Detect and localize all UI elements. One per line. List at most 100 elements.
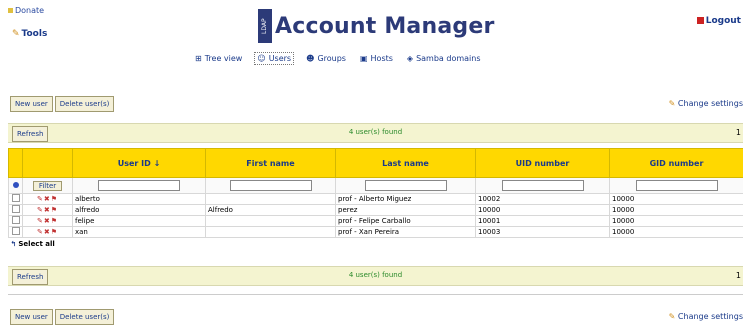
column-label: Last name (382, 158, 429, 168)
group-icon: ☻ (306, 54, 315, 63)
nav-samba-domains[interactable]: ◈ Samba domains (405, 52, 483, 65)
cell-gid-number: 10000 (609, 215, 743, 227)
change-settings-link[interactable]: ✎ Change settings (669, 312, 743, 321)
actions-column-header (22, 148, 73, 178)
filter-input-user-id[interactable] (98, 180, 180, 191)
page-title: Account Manager (275, 13, 495, 39)
nav-label: Hosts (370, 54, 393, 63)
page-number[interactable]: 1 (736, 271, 741, 280)
page-number[interactable]: 1 (736, 128, 741, 137)
cell-first-name: Alfredo (205, 204, 336, 216)
table-row[interactable]: ✎✖⚑ alfredo Alfredo perez 10000 10000 (8, 204, 743, 216)
column-label: User ID (117, 158, 151, 168)
cell-user-id: xan (72, 226, 206, 238)
donate-link[interactable]: Donate (8, 6, 44, 15)
user-table: User ID ↓ First name Last name UID numbe… (8, 148, 743, 249)
module-nav: ⊞ Tree view ☺ Users ☻ Groups ▣ Hosts ◈ Samba … (193, 52, 483, 65)
nav-label: Samba domains (416, 54, 481, 63)
filter-cell: Filter (22, 177, 73, 194)
edit-delete-icons[interactable]: ✎✖⚑ (37, 217, 58, 225)
new-user-button[interactable]: New user (10, 309, 53, 325)
filter-button[interactable]: Filter (32, 180, 63, 191)
cell-user-id: alfredo (72, 204, 206, 216)
filter-input-first-name[interactable] (229, 180, 312, 191)
change-settings-link[interactable]: ✎ Change settings (669, 99, 743, 108)
row-checkbox[interactable] (11, 194, 20, 202)
cell-user-id: alberto (72, 193, 206, 205)
settings-icon: ✎ (668, 312, 676, 321)
filter-cell (475, 177, 610, 194)
edit-delete-icons[interactable]: ✎✖⚑ (37, 195, 58, 203)
row-actions: ✎✖⚑ (22, 215, 73, 227)
edit-delete-icons[interactable]: ✎✖⚑ (37, 228, 58, 236)
filter-row: Filter (8, 177, 743, 194)
cell-first-name (205, 193, 336, 205)
select-column-header (8, 148, 23, 178)
select-all-link[interactable]: Select all (18, 240, 54, 248)
logout-label: Logout (705, 16, 741, 26)
cell-uid-number: 10003 (475, 226, 610, 238)
cell-uid-number: 10000 (475, 204, 610, 216)
table-row[interactable]: ✎✖⚑ alberto prof - Alberto Miguez 10002 … (8, 193, 743, 205)
new-user-button[interactable]: New user (10, 96, 53, 112)
filter-input-uid-number[interactable] (501, 180, 584, 191)
row-checkbox[interactable] (11, 227, 20, 235)
bottom-toolbar: New user Delete user(s) (10, 309, 115, 325)
column-header-gid-number[interactable]: GID number (609, 148, 743, 178)
row-actions: ✎✖⚑ (22, 226, 73, 238)
filter-cell (72, 177, 206, 194)
select-all-row: ↰ Select all (9, 238, 743, 250)
nav-users[interactable]: ☺ Users (254, 52, 295, 65)
row-checkbox[interactable] (11, 205, 20, 213)
settings-icon: ✎ (668, 99, 676, 108)
nav-groups[interactable]: ☻ Groups (304, 52, 348, 65)
delete-users-button[interactable]: Delete user(s) (54, 309, 115, 325)
cell-last-name: prof - Xan Pereira (335, 226, 476, 238)
table-row[interactable]: ✎✖⚑ xan prof - Xan Pereira 10003 10000 (8, 226, 743, 238)
column-header-first-name[interactable]: First name (205, 148, 336, 178)
filter-cell (609, 177, 743, 194)
select-arrow-icon: ↰ (10, 239, 17, 248)
info-icon[interactable] (12, 181, 19, 188)
cell-last-name: prof - Alberto Miguez (335, 193, 476, 205)
table-row[interactable]: ✎✖⚑ felipe prof - Felipe Carballo 10001 … (8, 215, 743, 227)
row-select-cell (8, 215, 23, 227)
row-select-cell (8, 226, 23, 238)
edit-delete-icons[interactable]: ✎✖⚑ (37, 206, 58, 214)
column-label: First name (246, 158, 295, 168)
nav-label: Groups (317, 54, 346, 63)
tools-link[interactable]: ✎ Tools (12, 29, 47, 39)
cell-first-name (205, 215, 336, 227)
filter-input-gid-number[interactable] (635, 180, 718, 191)
filter-input-last-name[interactable] (364, 180, 447, 191)
donate-icon (8, 8, 13, 13)
tools-label: Tools (21, 29, 48, 39)
sort-arrow-icon: ↓ (153, 158, 161, 168)
info-cell (8, 177, 23, 194)
cell-gid-number: 10000 (609, 193, 743, 205)
nav-hosts[interactable]: ▣ Hosts (358, 52, 395, 65)
users-found-count: 4 user(s) found (348, 271, 403, 279)
cell-last-name: prof - Felipe Carballo (335, 215, 476, 227)
cell-first-name (205, 226, 336, 238)
host-icon: ▣ (359, 54, 368, 63)
column-header-last-name[interactable]: Last name (335, 148, 476, 178)
row-actions: ✎✖⚑ (22, 204, 73, 216)
divider (8, 294, 743, 295)
delete-users-button[interactable]: Delete user(s) (54, 96, 115, 112)
tools-icon: ✎ (12, 29, 20, 39)
change-settings-label: Change settings (677, 99, 743, 108)
row-checkbox[interactable] (11, 216, 20, 224)
column-label: GID number (649, 158, 704, 168)
cell-gid-number: 10000 (609, 204, 743, 216)
user-icon: ☺ (257, 54, 266, 63)
logout-link[interactable]: Logout (696, 16, 741, 26)
samba-icon: ◈ (406, 54, 414, 63)
select-all-cell: ↰ Select all (9, 238, 743, 250)
change-settings-label: Change settings (677, 312, 743, 321)
top-toolbar: New user Delete user(s) (10, 96, 115, 112)
nav-tree-view[interactable]: ⊞ Tree view (193, 52, 244, 65)
column-header-user-id[interactable]: User ID ↓ (72, 148, 206, 178)
column-header-uid-number[interactable]: UID number (475, 148, 610, 178)
cell-last-name: perez (335, 204, 476, 216)
